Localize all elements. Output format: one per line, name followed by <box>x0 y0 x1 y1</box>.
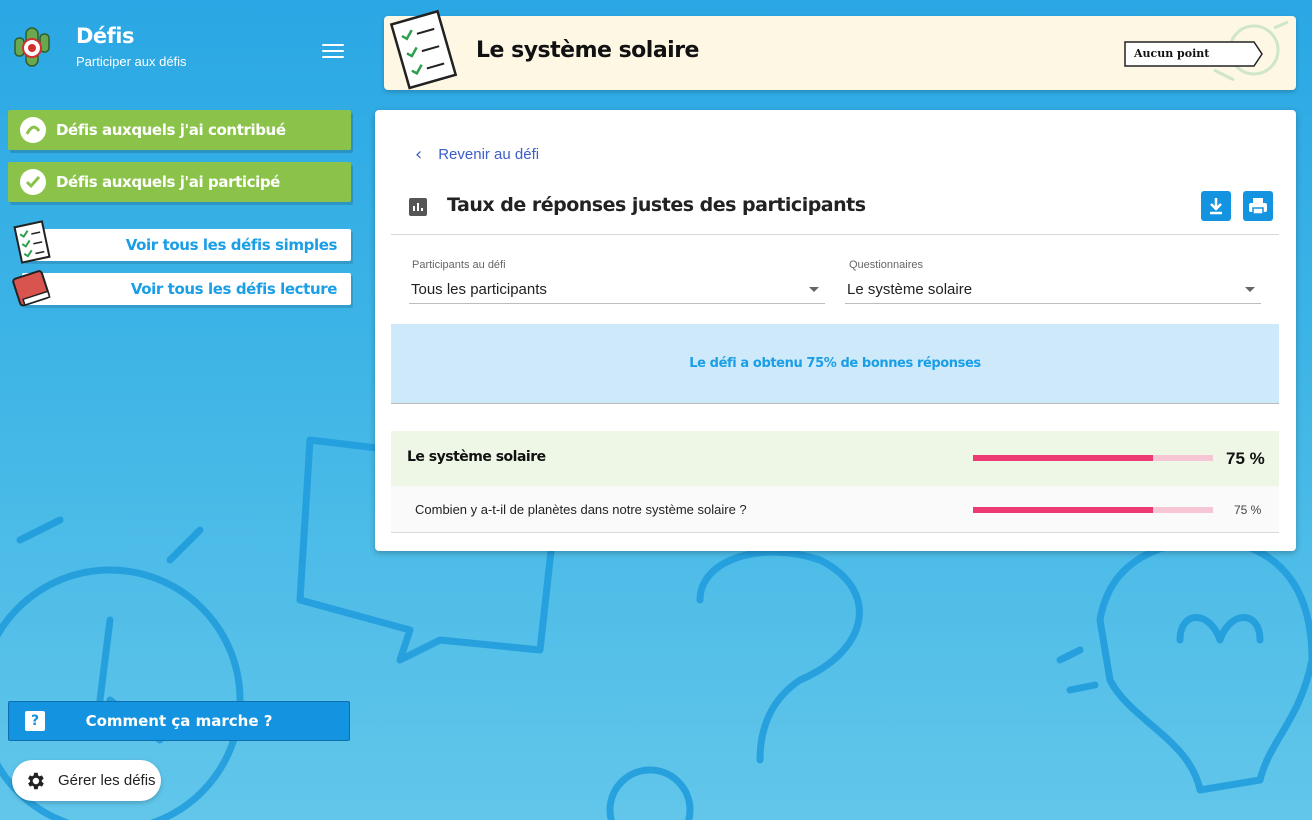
summary-text: Le défi a obtenu 75% de bonnes réponses <box>689 356 981 371</box>
manage-challenges-label: Gérer les défis <box>58 772 156 789</box>
quiz-progress-bar <box>973 455 1213 461</box>
question-progress-bar <box>973 507 1213 513</box>
quiz-percent: 75 % <box>1226 449 1265 468</box>
how-it-works-label: Comment ça marche ? <box>85 712 273 730</box>
check-icon <box>20 169 46 195</box>
challenge-header: Le système solaire Aucun point <box>384 9 1296 90</box>
stats-card: ‹ Revenir au défi Taux de réponses juste… <box>375 110 1296 551</box>
quiz-row: Le système solaire 75 % <box>391 431 1279 486</box>
questionnaires-label: Questionnaires <box>849 259 923 271</box>
simple-challenges-label: Voir tous les défis simples <box>125 236 338 254</box>
back-label: Revenir au défi <box>438 146 540 163</box>
points-tag: Aucun point <box>1124 40 1264 68</box>
menu-icon[interactable] <box>322 44 344 62</box>
download-icon <box>1210 198 1222 215</box>
cactus-target-icon <box>14 27 50 67</box>
summary-banner: Le défi a obtenu 75% de bonnes réponses <box>391 324 1279 404</box>
back-to-challenge-link[interactable]: ‹ Revenir au défi <box>415 144 539 165</box>
participated-challenges-label: Défis auxquels j'ai participé <box>56 173 280 191</box>
quiz-name: Le système solaire <box>407 449 546 465</box>
simple-challenges-button[interactable]: Voir tous les défis simples <box>22 229 351 261</box>
contributed-challenges-label: Défis auxquels j'ai contribué <box>56 121 286 139</box>
checklist-icon <box>389 9 458 90</box>
dropdown-caret-icon <box>1245 287 1255 292</box>
book-icon <box>12 270 51 307</box>
question-progress-fill <box>973 507 1153 513</box>
gear-icon <box>28 772 44 789</box>
question-icon: ? <box>25 711 45 731</box>
quiz-progress-fill <box>973 455 1153 461</box>
question-percent: 75 % <box>1234 503 1262 517</box>
brand: Défis Participer aux défis <box>12 24 187 70</box>
question-row: Combien y a-t-il de planètes dans notre … <box>391 486 1279 533</box>
download-button[interactable] <box>1201 191 1231 221</box>
reading-challenges-button[interactable]: Voir tous les défis lecture <box>22 273 351 305</box>
points-label: Aucun point <box>1134 47 1210 60</box>
bar-chart-icon <box>409 198 427 216</box>
app-subtitle: Participer aux défis <box>76 54 187 69</box>
reading-challenges-label: Voir tous les défis lecture <box>130 280 338 298</box>
print-icon <box>1249 198 1267 215</box>
question-text: Combien y a-t-il de planètes dans notre … <box>415 502 747 517</box>
app-title: Défis <box>76 24 135 48</box>
questionnaires-value: Le système solaire <box>847 281 973 298</box>
how-it-works-button[interactable]: ? Comment ça marche ? <box>8 701 350 741</box>
participants-label: Participants au défi <box>412 259 506 271</box>
chevron-left-icon: ‹ <box>415 144 423 165</box>
dropdown-caret-icon <box>809 287 819 292</box>
challenge-title: Le système solaire <box>476 38 699 63</box>
divider <box>391 234 1279 235</box>
checklist-icon <box>13 220 51 264</box>
participants-value: Tous les participants <box>411 281 547 298</box>
stats-title: Taux de réponses justes des participants <box>447 194 866 216</box>
contribute-icon <box>20 117 46 143</box>
print-button[interactable] <box>1243 191 1273 221</box>
participants-select[interactable]: Tous les participants <box>409 278 825 304</box>
participated-challenges-button[interactable]: Défis auxquels j'ai participé <box>8 162 351 202</box>
manage-challenges-button[interactable]: Gérer les défis <box>12 760 161 801</box>
questionnaires-select[interactable]: Le système solaire <box>845 278 1261 304</box>
contributed-challenges-button[interactable]: Défis auxquels j'ai contribué <box>8 110 351 150</box>
